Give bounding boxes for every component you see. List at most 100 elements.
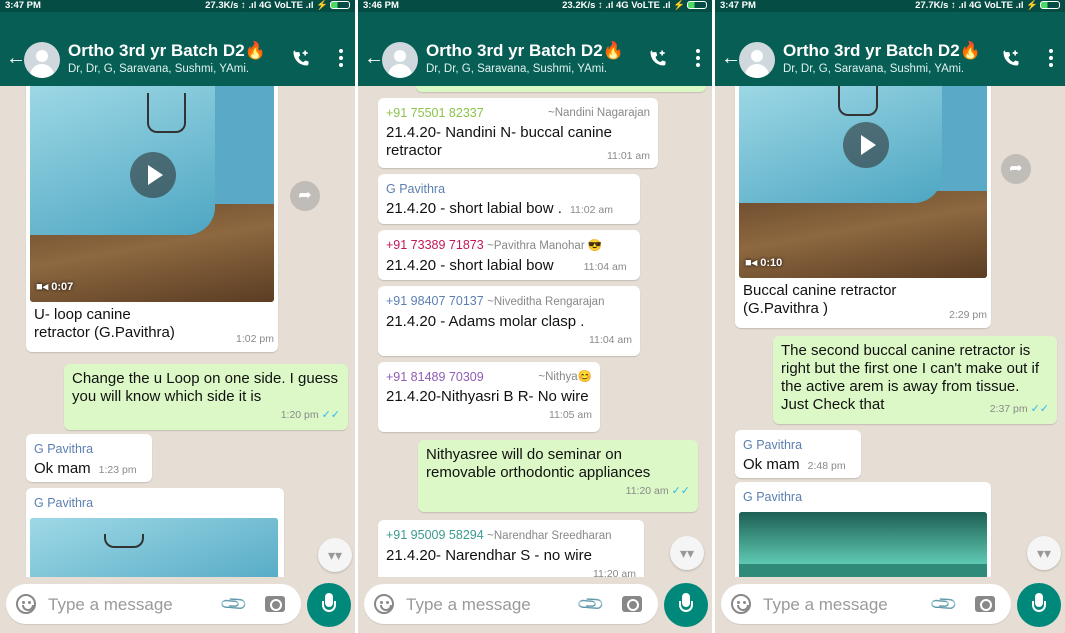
forward-icon[interactable]: ➦	[290, 181, 320, 211]
mic-icon[interactable]	[307, 583, 351, 627]
compose-bar: Type a message 📎	[358, 577, 712, 633]
outgoing-message	[416, 86, 706, 92]
incoming-message[interactable]: +91 75501 82337 ~Nandini Nagarajan 21.4.…	[378, 98, 658, 168]
chevron-double-down-icon[interactable]: ▾▾	[318, 538, 352, 572]
paperclip-icon[interactable]: 📎	[575, 589, 606, 620]
more-vert-icon[interactable]	[696, 49, 700, 67]
status-bar: 3:47 PM 27.7K/s ↕ .ıl 4G VoLTE .ıl ⚡	[715, 0, 1065, 12]
video-thumbnail[interactable]: ■◂ 0:07	[30, 86, 274, 302]
chat-header: ← Ortho 3rd yr Batch D2🔥 Dr, Dr, G, Sara…	[715, 12, 1065, 86]
paperclip-icon[interactable]: 📎	[218, 589, 249, 620]
compose-bar: Type a message 📎	[0, 577, 355, 633]
battery-icon	[330, 1, 350, 9]
forward-icon[interactable]: ➦	[1001, 154, 1031, 184]
message-time: 1:23 pm	[98, 464, 137, 476]
play-icon[interactable]	[843, 122, 889, 168]
message-text: Ok mam	[34, 460, 91, 477]
message-time: 2:48 pm	[807, 460, 846, 472]
message-input[interactable]: Type a message 📎	[721, 584, 1011, 624]
sender-alias: ~Nandini Nagarajan	[548, 107, 650, 119]
group-avatar[interactable]	[382, 42, 418, 78]
video-thumbnail[interactable]: ■◂ 0:10	[739, 86, 987, 278]
video-message[interactable]: ■◂ 0:07 U- loop canine retractor (G.Pavi…	[26, 86, 278, 352]
more-vert-icon[interactable]	[339, 49, 343, 67]
sender-alias: ~Narendhar Sreedharan	[487, 530, 612, 542]
message-list[interactable]: +91 75501 82337 ~Nandini Nagarajan 21.4.…	[358, 86, 712, 577]
video-caption: U- loop canine retractor (G.Pavithra)	[34, 306, 175, 341]
group-avatar[interactable]	[24, 42, 60, 78]
message-text: 21.4.20-Nithyasri B R- No wire	[386, 388, 589, 405]
message-text: Change the u Loop on one side. I guess y…	[72, 370, 339, 405]
camera-icon[interactable]	[622, 596, 642, 612]
sender-name: +91 75501 82337	[386, 106, 484, 120]
group-title[interactable]: Ortho 3rd yr Batch D2🔥	[426, 41, 624, 61]
message-input[interactable]: Type a message 📎	[364, 584, 658, 624]
sender-alias: ~Niveditha Rengarajan	[487, 296, 605, 308]
image-message[interactable]: G Pavithra	[735, 482, 991, 577]
incoming-message[interactable]: +91 95009 58294 ~Narendhar Sreedharan 21…	[378, 520, 644, 577]
message-time: 1:20 pm ✓✓	[280, 409, 340, 421]
message-input[interactable]: Type a message 📎	[6, 584, 301, 624]
play-icon[interactable]	[130, 152, 176, 198]
add-call-icon[interactable]	[1001, 48, 1021, 68]
message-time: 11:20 am	[593, 568, 636, 577]
battery-icon	[687, 1, 707, 9]
message-list[interactable]: ■◂ 0:07 U- loop canine retractor (G.Pavi…	[0, 86, 355, 577]
arrow-back-icon[interactable]: ←	[6, 48, 26, 68]
incoming-message[interactable]: +91 81489 70309 ~Nithya😊 21.4.20-Nithyas…	[378, 362, 600, 432]
message-placeholder[interactable]: Type a message	[406, 595, 531, 615]
arrow-back-icon[interactable]: ←	[364, 48, 384, 68]
chevron-double-down-icon[interactable]: ▾▾	[1027, 536, 1061, 570]
paperclip-icon[interactable]: 📎	[928, 589, 959, 620]
emoji-icon[interactable]	[16, 594, 36, 614]
outgoing-message[interactable]: The second buccal canine retractor is ri…	[773, 336, 1057, 424]
arrow-back-icon[interactable]: ←	[721, 48, 741, 68]
image-message[interactable]: G Pavithra	[26, 488, 284, 577]
sender-name: +91 95009 58294	[386, 528, 484, 542]
camera-icon[interactable]	[975, 596, 995, 612]
mic-icon[interactable]	[664, 583, 708, 627]
group-members[interactable]: Dr, Dr, G, Saravana, Sushmi, YAmi...	[783, 63, 963, 75]
add-call-icon[interactable]	[648, 48, 668, 68]
message-text: 21.4.20 - Adams molar clasp .	[386, 313, 585, 330]
status-time: 3:46 PM	[363, 0, 399, 11]
group-members[interactable]: Dr, Dr, G, Saravana, Sushmi, YAmi...	[68, 63, 248, 75]
image-thumbnail[interactable]	[30, 518, 278, 577]
network-type: 4G VoLTE	[615, 0, 660, 11]
incoming-message[interactable]: +91 98407 70137 ~Niveditha Rengarajan 21…	[378, 286, 640, 356]
more-vert-icon[interactable]	[1049, 49, 1053, 67]
mic-icon[interactable]	[1017, 583, 1061, 627]
group-avatar[interactable]	[739, 42, 775, 78]
sender-name: G Pavithra	[34, 496, 94, 510]
outgoing-message[interactable]: Nithyasree will do seminar on removable …	[418, 440, 698, 512]
group-title[interactable]: Ortho 3rd yr Batch D2🔥	[783, 41, 981, 61]
group-members[interactable]: Dr, Dr, G, Saravana, Sushmi, YAmi...	[426, 63, 606, 75]
emoji-icon[interactable]	[731, 594, 751, 614]
outgoing-message[interactable]: Change the u Loop on one side. I guess y…	[64, 364, 348, 430]
message-placeholder[interactable]: Type a message	[48, 595, 173, 615]
sender-line: +91 81489 70309 ~Nithya😊	[386, 368, 592, 386]
sender-name: +91 73389 71873	[386, 238, 484, 252]
network-speed: 27.3K/s	[205, 0, 239, 11]
emoji-icon[interactable]	[374, 594, 394, 614]
sender-line: +91 75501 82337 ~Nandini Nagarajan	[386, 104, 650, 122]
message-text: Nithyasree will do seminar on removable …	[426, 446, 651, 481]
image-thumbnail[interactable]	[739, 512, 987, 577]
incoming-message[interactable]: +91 73389 71873 ~Pavithra Manohar 😎 21.4…	[378, 230, 640, 280]
video-duration: ■◂ 0:07	[36, 281, 74, 293]
message-placeholder[interactable]: Type a message	[763, 595, 888, 615]
camera-icon[interactable]	[265, 596, 285, 612]
message-list[interactable]: ■◂ 0:10 Buccal canine retractor (G.Pavit…	[715, 86, 1065, 577]
chevron-double-down-icon[interactable]: ▾▾	[670, 536, 704, 570]
network-type: 4G VoLTE	[968, 0, 1013, 11]
message-text: 21.4.20 - short labial bow	[386, 257, 554, 274]
incoming-message[interactable]: G Pavithra Ok mam 2:48 pm	[735, 430, 861, 478]
add-call-icon[interactable]	[291, 48, 311, 68]
status-bar: 3:47 PM 27.3K/s ↕ .ıl 4G VoLTE .ıl ⚡	[0, 0, 355, 12]
sender-name: G Pavithra	[743, 438, 803, 452]
incoming-message[interactable]: G Pavithra 21.4.20 - short labial bow . 1…	[378, 174, 640, 224]
group-title[interactable]: Ortho 3rd yr Batch D2🔥	[68, 41, 266, 61]
chat-screen-1: 3:47 PM 27.3K/s ↕ .ıl 4G VoLTE .ıl ⚡ ← O…	[0, 0, 355, 633]
incoming-message[interactable]: G Pavithra Ok mam 1:23 pm	[26, 434, 152, 482]
video-message[interactable]: ■◂ 0:10 Buccal canine retractor (G.Pavit…	[735, 86, 991, 328]
